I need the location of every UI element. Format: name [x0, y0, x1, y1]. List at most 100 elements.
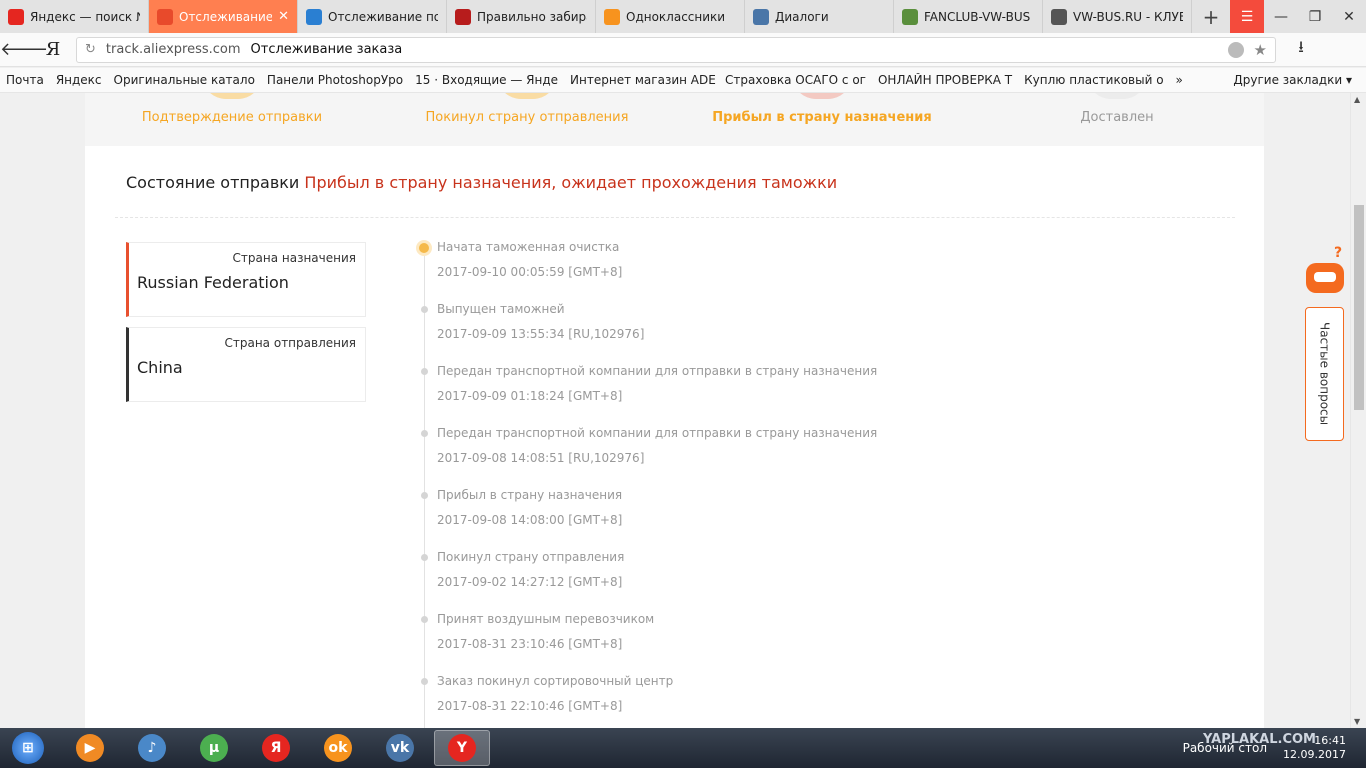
url-domain: track.aliexpress.com	[105, 42, 241, 57]
browser-menu-button[interactable]: ☰	[1230, 0, 1264, 33]
reload-icon[interactable]: ↻	[85, 42, 96, 57]
divider	[115, 217, 1235, 218]
bookmark-item[interactable]: Страховка ОСАГО с ог	[719, 73, 872, 87]
protect-icon[interactable]	[1227, 41, 1244, 58]
yandex-logo-button[interactable]: Я	[40, 39, 66, 60]
taskbar-app-3[interactable]: Я	[248, 730, 304, 766]
tab-label: Правильно забира	[477, 9, 587, 24]
tab-label: Отслеживание з	[179, 9, 273, 24]
yandex-icon	[8, 8, 24, 25]
speaker-icon: ♪	[138, 734, 166, 762]
tab-3[interactable]: Правильно забира	[447, 0, 596, 33]
event-title: Передан транспортной компании для отправ…	[437, 364, 878, 378]
omnibox[interactable]: ↻ track.aliexpress.com Отслеживание зака…	[76, 36, 1276, 63]
robot-assistant-icon[interactable]	[1306, 263, 1344, 293]
timeline-event: Заказ покинул сортировочный центр 2017-08…	[415, 674, 1015, 728]
destination-label: Страна назначения	[232, 251, 356, 265]
origin-value: China	[137, 358, 183, 377]
faq-widget[interactable]: ? Частые вопросы	[1304, 245, 1344, 441]
scroll-thumb[interactable]	[1354, 205, 1364, 410]
taskbar-app-5[interactable]: vk	[372, 730, 428, 766]
event-dot-icon	[421, 616, 428, 623]
origin-label: Страна отправления	[224, 336, 357, 350]
bookmark-item[interactable]: Оригинальные катало	[108, 73, 261, 87]
event-date: 2017-09-09 13:55:34 [RU,102976]	[437, 327, 645, 341]
scroll-down-arrow-icon[interactable]: ▼	[1354, 717, 1360, 726]
origin-country-box: Страна отправления China	[126, 327, 366, 402]
start-button[interactable]: ⊞	[0, 730, 56, 766]
event-dot-icon	[421, 678, 428, 685]
scroll-up-arrow-icon[interactable]: ▲	[1354, 95, 1360, 104]
taskbar-app-4[interactable]: ok	[310, 730, 366, 766]
windows-taskbar: ⊞ ▶ ♪ µ Яok vk Y Рабочий стол 16:41 12.09.201…	[0, 728, 1366, 768]
tab-label: Отслеживание поч	[328, 9, 438, 24]
bookmark-item[interactable]: ОНЛАЙН ПРОВЕРКА Т	[872, 73, 1018, 87]
yandex-browser-icon: Y	[448, 734, 476, 762]
faq-label: Частые вопросы	[1317, 322, 1332, 426]
media-player-icon: ▶	[76, 734, 104, 762]
status-label: Состояние отправки	[126, 173, 300, 192]
step-marker-icon	[1087, 93, 1147, 99]
page-scrollbar[interactable]: ▲ ▼	[1350, 93, 1366, 728]
new-tab-button[interactable]: +	[1192, 0, 1230, 33]
close-tab-icon[interactable]: ✕	[278, 9, 289, 24]
tab-7[interactable]: VW-BUS.RU - КЛУБ	[1043, 0, 1192, 33]
vk-icon: vk	[386, 734, 414, 762]
windows-logo-icon: ⊞	[12, 732, 44, 764]
tab-1[interactable]: Отслеживание з ✕	[149, 0, 298, 33]
faq-button[interactable]: Частые вопросы	[1305, 307, 1344, 441]
clock-date: 12.09.2017	[1283, 748, 1346, 761]
event-date: 2017-09-02 14:27:12 [GMT+8]	[437, 575, 623, 589]
event-dot-icon	[421, 554, 428, 561]
tab-strip: Яндекс — поиск №Отслеживание з✕Отслежива…	[0, 0, 1366, 33]
step-marker-icon	[202, 93, 262, 99]
tab-4[interactable]: Одноклассники	[596, 0, 745, 33]
question-mark-icon: ?	[1334, 245, 1343, 261]
tab-6[interactable]: FANCLUB-VW-BUS	[894, 0, 1043, 33]
tab-label: Диалоги	[775, 9, 829, 24]
bookmark-item[interactable]: Куплю пластиковый о	[1018, 73, 1169, 87]
bookmarks-bar: Почта Яндекс Оригинальные катало Панели Pho…	[0, 68, 1366, 93]
odnoklassniki-icon	[604, 8, 620, 25]
tracking-timeline: Начата таможенная очистка 2017-09-10 00:0…	[415, 240, 1115, 728]
timeline-event: Передан транспортной компании для отправ…	[415, 426, 1015, 488]
other-bookmarks-button[interactable]: Другие закладки ▾	[1233, 73, 1366, 87]
event-title: Выпущен таможней	[437, 302, 565, 316]
taskbar-app-2[interactable]: µ	[186, 730, 242, 766]
event-dot-icon	[421, 306, 428, 313]
bookmark-star-icon[interactable]: ★	[1254, 41, 1267, 59]
close-window-button[interactable]: ✕	[1332, 0, 1366, 33]
bookmark-item[interactable]: Интернет магазин ADE	[564, 73, 719, 87]
tab-0[interactable]: Яндекс — поиск №	[0, 0, 149, 33]
bookmarks-more-button[interactable]: »	[1170, 73, 1189, 87]
taskbar-app-6[interactable]: Y	[434, 730, 490, 766]
tab-2[interactable]: Отслеживание поч	[298, 0, 447, 33]
minimize-button[interactable]: —	[1264, 0, 1298, 33]
event-date: 2017-08-31 22:10:46 [GMT+8]	[437, 699, 623, 713]
taskbar-app-1[interactable]: ♪	[124, 730, 180, 766]
event-title: Начата таможенная очистка	[437, 240, 620, 254]
address-bar: 🡐 Я ↻ track.aliexpress.com Отслеживание …	[0, 33, 1366, 67]
bookmark-item[interactable]: Яндекс	[50, 73, 108, 87]
tab-label: VW-BUS.RU - КЛУБ	[1073, 9, 1183, 24]
taskbar-app-0[interactable]: ▶	[62, 730, 118, 766]
step-marker-icon	[792, 93, 852, 99]
maximize-button[interactable]: ❐	[1298, 0, 1332, 33]
shipment-status: Состояние отправки Прибыл в страну назна…	[126, 173, 837, 192]
dialogs-icon	[753, 8, 769, 25]
tab-label: FANCLUB-VW-BUS	[924, 9, 1031, 24]
downloads-icon[interactable]: ⭳	[1276, 36, 1326, 63]
timeline-event: Принят воздушным перевозчиком 2017-08-31 …	[415, 612, 1015, 674]
destination-country-box: Страна назначения Russian Federation	[126, 242, 366, 317]
tab-5[interactable]: Диалоги	[745, 0, 894, 33]
odnoklassniki-taskbar-icon: ok	[324, 734, 352, 762]
watermark: YAPLAKAL.COM	[1203, 732, 1316, 747]
tab-label: Яндекс — поиск №	[30, 9, 140, 24]
bookmark-item[interactable]: 15 · Входящие — Янде	[409, 73, 564, 87]
bookmark-item[interactable]: Почта	[0, 73, 50, 87]
destination-value: Russian Federation	[137, 273, 289, 292]
step-current: Прибыл в страну назначения	[712, 110, 932, 125]
bookmark-item[interactable]: Панели PhotoshopУро	[261, 73, 409, 87]
back-button[interactable]: 🡐	[0, 39, 48, 60]
timeline-event: Выпущен таможней 2017-09-09 13:55:34 [RU,…	[415, 302, 1015, 364]
